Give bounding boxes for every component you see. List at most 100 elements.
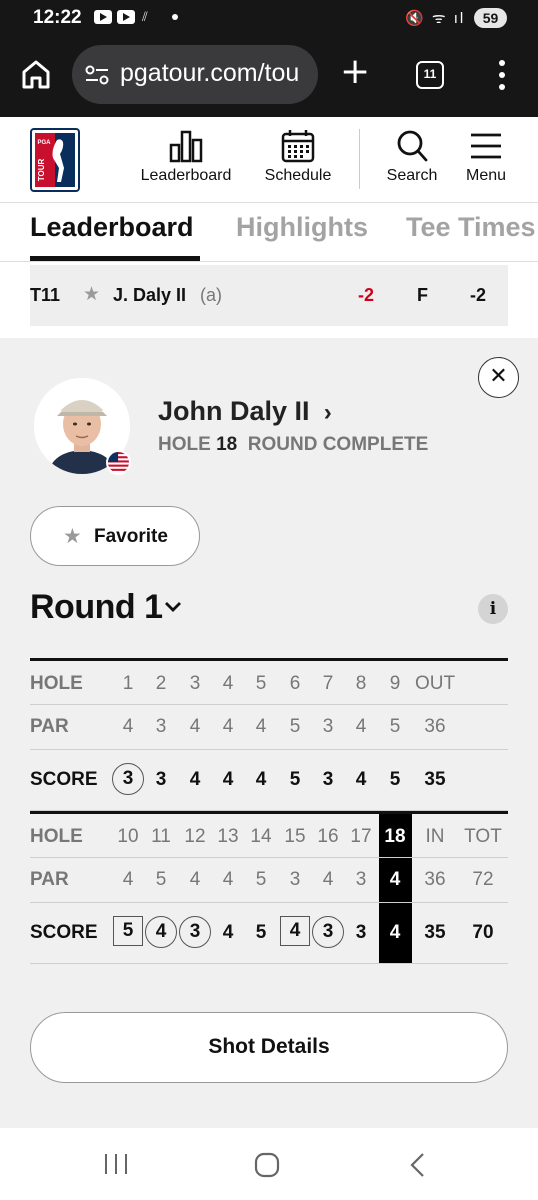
back-hole-row: HOLE 10 11 12 13 14 15 16 17 18 IN TOT [30,811,508,858]
svg-text:PGA: PGA [37,140,51,146]
status-bar: 12:22 ⫽ 🔇 ᯤ ıl 59 [0,0,538,36]
site-settings-icon[interactable] [84,63,110,87]
front-par-row: PAR 4 3 4 4 4 5 3 4 5 36 [30,705,508,750]
par-tot: 72 [472,869,494,890]
more-options-icon[interactable] [490,58,514,92]
back-icon[interactable] [406,1152,430,1178]
shot-details-button[interactable]: Shot Details [30,1012,508,1083]
youtube-notification-icon [117,10,135,24]
favorite-button[interactable]: ★ Favorite [30,506,200,566]
score-value: 4 [389,922,401,943]
tournament-tabs: Leaderboard Highlights Tee Times [0,204,538,262]
amateur-badge: (a) [200,285,222,305]
front-score-row: SCORE 3 3 4 4 4 5 3 4 5 35 [30,750,508,811]
recent-apps-icon[interactable] [103,1152,129,1176]
in-label: IN [425,826,445,847]
hole-label: HOLE [158,434,211,455]
score-tot: 70 [472,922,494,943]
tot-label: TOT [464,826,502,847]
row-label: PAR [30,869,69,890]
usa-flag-icon [106,450,131,475]
round-title: Round 1 [30,588,163,626]
site-header: PGA TOUR Leaderboard Schedule Search Men… [0,117,538,203]
calendar-icon [281,130,315,163]
score-circle: 3 [112,763,144,795]
status-icons: 🔇 ᯤ ıl [405,10,466,27]
browser-chrome: 12:22 ⫽ 🔇 ᯤ ıl 59 pgatour.com/tou + 11 [0,0,538,117]
row-label: SCORE [30,769,98,790]
back-par-row: PAR 4 5 4 4 5 3 4 3 4 36 72 [30,858,508,903]
par-out: 36 [424,716,446,737]
player-name-link[interactable]: John Daly II › [158,396,332,427]
total-score: -2 [470,285,487,305]
bar-chart-icon [169,130,203,163]
par-value: 5 [389,716,401,737]
browser-toolbar: pgatour.com/tou + 11 [0,44,538,106]
nav-menu-label: Menu [465,167,507,184]
round-selector[interactable]: Round 1 [30,588,163,627]
favorite-label: Favorite [94,526,168,547]
front-hole-row: HOLE 1 2 3 4 5 6 7 8 9 OUT [30,658,508,705]
score-square: 5 [113,916,143,946]
favorite-star-icon[interactable]: ★ [83,283,100,305]
player-position: T11 [30,285,61,305]
pga-tour-logo[interactable]: PGA TOUR [30,128,80,192]
hamburger-menu-icon [471,133,501,159]
leaderboard-row[interactable]: T11 ★ J. Daly II (a) -2 F -2 [30,265,508,326]
tab-leaderboard[interactable]: Leaderboard [30,212,194,243]
battery-indicator: 59 [474,8,507,28]
current-hole: 18 [216,434,238,455]
status-time: 12:22 [33,7,82,28]
par-in: 36 [424,869,446,890]
youtube-notification-icon [94,10,112,24]
player-round-status: HOLE 18 ROUND COMPLETE [158,434,428,456]
nav-leaderboard[interactable]: Leaderboard [135,129,237,185]
row-label: HOLE [30,673,83,694]
score-square: 4 [280,916,310,946]
score-circle: 3 [312,916,344,948]
tab-tee-times[interactable]: Tee Times [406,212,536,243]
row-label: SCORE [30,922,98,943]
nav-search-label: Search [386,167,438,184]
round-status: ROUND COMPLETE [247,434,429,455]
player-short-name: J. Daly II [113,285,187,305]
score-circle: 3 [179,916,211,948]
player-name: John Daly II [158,396,310,426]
hole-number: 18 [384,826,406,847]
active-tab-indicator [30,256,200,261]
url-text: pgatour.com/tou [120,59,300,87]
more-notifications-dot-icon [172,14,178,20]
tab-switcher-button[interactable]: 11 [416,61,444,89]
back-score-row: SCORE 5 4 3 4 5 4 3 3 4 35 70 [30,903,508,964]
par-value: 4 [389,869,401,890]
home-icon[interactable] [18,56,54,92]
row-label: PAR [30,716,69,737]
nav-divider [359,129,360,189]
address-bar[interactable]: pgatour.com/tou [72,45,318,104]
shot-details-label: Shot Details [208,1035,330,1058]
close-icon[interactable]: ✕ [478,357,519,398]
out-label: OUT [415,673,456,694]
nav-search[interactable]: Search [380,129,444,185]
tab-highlights[interactable]: Highlights [236,212,368,243]
nav-schedule-label: Schedule [264,167,332,184]
nav-menu[interactable]: Menu [460,129,512,185]
nav-leaderboard-label: Leaderboard [140,167,232,184]
score-circle: 4 [145,916,177,948]
chevron-down-icon[interactable] [163,600,183,614]
info-icon[interactable]: i [478,594,508,624]
score-value: 5 [389,769,401,790]
hole-number: 9 [389,673,401,694]
notification-icon: ⫽ [142,9,148,24]
score-out: 35 [424,769,446,790]
star-icon: ★ [63,524,82,548]
android-navigation-bar [0,1128,538,1200]
row-label: HOLE [30,826,83,847]
thru: F [417,285,428,305]
to-par: -2 [358,285,375,305]
new-tab-plus-icon[interactable]: + [340,54,370,90]
score-in: 35 [424,922,446,943]
home-button-icon[interactable] [254,1152,280,1178]
nav-schedule[interactable]: Schedule [258,129,338,185]
search-icon [397,130,428,162]
